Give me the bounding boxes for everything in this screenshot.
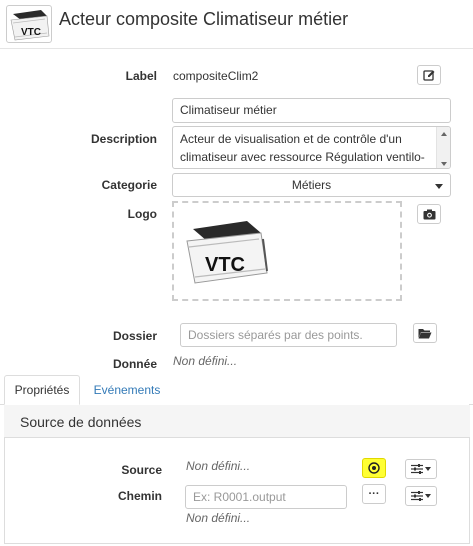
source-options-dropdown[interactable]: [405, 459, 437, 479]
chemin-options-dropdown[interactable]: [405, 486, 437, 506]
upload-logo-button[interactable]: [417, 204, 441, 224]
donnee-value: Non défini...: [173, 354, 238, 368]
page-title: Acteur composite Climatiseur métier: [59, 9, 349, 29]
chevron-down-icon: [425, 494, 431, 498]
description-scrollbar[interactable]: [436, 127, 450, 168]
folder-open-icon: [418, 328, 432, 338]
chemin-more-button[interactable]: ···: [362, 484, 386, 504]
header-divider: [0, 48, 473, 49]
categorie-label: Categorie: [101, 178, 157, 192]
donnee-label: Donnée: [112, 357, 157, 371]
chevron-down-icon: [425, 467, 431, 471]
label-value: compositeClim2: [173, 69, 259, 83]
chemin-value: Non défini...: [186, 511, 251, 525]
dossier-input[interactable]: Dossiers séparés par des points.: [180, 323, 397, 347]
name-input[interactable]: Climatiseur métier: [172, 98, 451, 123]
tab-proprietes[interactable]: Propriétés: [4, 375, 80, 405]
label-field-label: Label: [125, 69, 157, 83]
browse-folder-button[interactable]: [413, 323, 437, 343]
target-icon: [368, 462, 380, 474]
sliders-icon: [411, 464, 423, 474]
source-value: Non défini...: [186, 459, 251, 473]
source-panel-title: Source de données: [20, 414, 142, 430]
dossier-label: Dossier: [112, 329, 157, 343]
app-logo: VTC: [6, 5, 52, 43]
categorie-select[interactable]: Métiers: [172, 173, 451, 197]
description-textarea[interactable]: Acteur de visualisation et de contrôle d…: [172, 126, 451, 169]
logo-label: Logo: [127, 207, 157, 221]
description-line-2: climatiseur avec ressource Régulation ve…: [180, 150, 425, 164]
chemin-input[interactable]: Ex: R0001.output: [185, 485, 347, 509]
vtc-logo-icon: VTC: [10, 10, 50, 41]
svg-text:VTC: VTC: [205, 254, 245, 276]
description-line-1: Acteur de visualisation et de contrôle d…: [180, 132, 402, 146]
vtc-product-image: VTC: [186, 221, 268, 284]
tab-evenements[interactable]: Evénements: [86, 375, 168, 405]
description-label: Description: [90, 132, 157, 146]
edit-label-button[interactable]: [417, 65, 441, 85]
chevron-down-icon: [435, 184, 443, 189]
edit-icon: [423, 70, 435, 81]
camera-icon: [423, 209, 435, 219]
logo-dropzone[interactable]: VTC: [172, 201, 402, 301]
categorie-selected-value: Métiers: [291, 178, 332, 192]
sliders-icon: [411, 491, 423, 501]
svg-text:VTC: VTC: [21, 27, 41, 38]
source-label: Source: [121, 463, 162, 477]
chemin-label: Chemin: [117, 489, 162, 503]
scroll-arrows-icon: [441, 132, 447, 166]
target-source-button[interactable]: [362, 458, 386, 478]
